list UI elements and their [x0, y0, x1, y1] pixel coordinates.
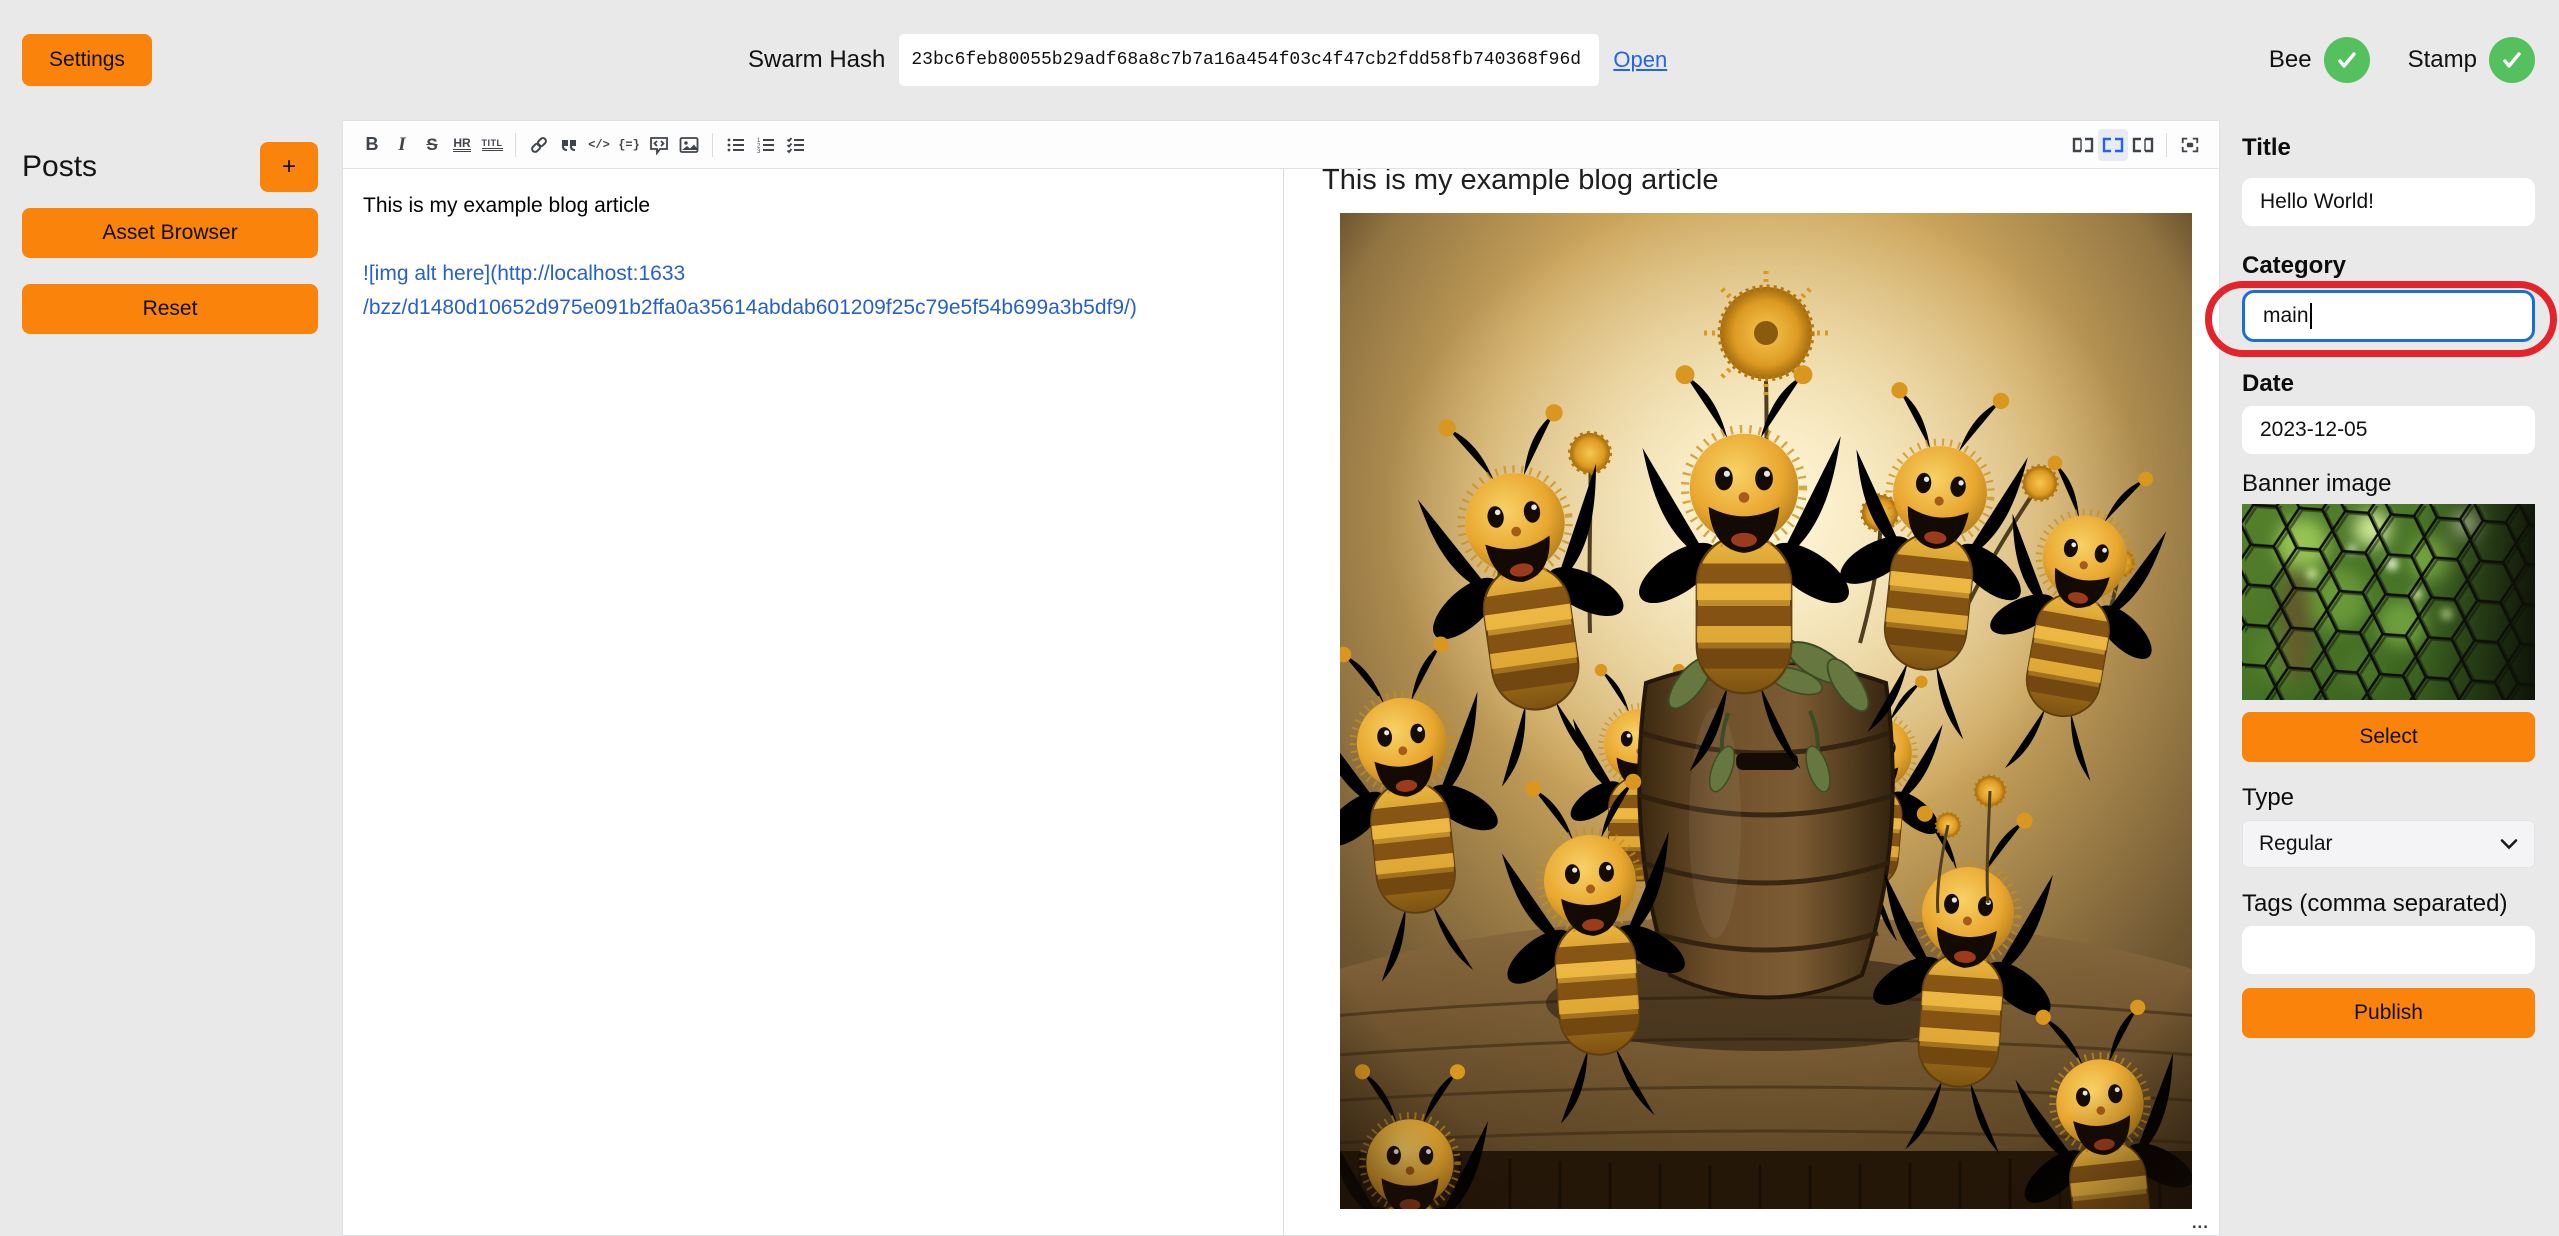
- banner-image-thumbnail: [2242, 504, 2535, 700]
- text-caret: [2310, 303, 2312, 329]
- code-block-icon[interactable]: {=}: [614, 129, 644, 161]
- chevron-down-icon: [2500, 838, 2518, 850]
- type-select[interactable]: Regular: [2242, 820, 2535, 868]
- title-label: Title: [2242, 134, 2535, 162]
- date-label: Date: [2242, 370, 2535, 398]
- svg-text:3: 3: [757, 149, 761, 155]
- link-icon[interactable]: [524, 129, 554, 161]
- comment-code-icon[interactable]: [644, 129, 674, 161]
- category-label: Category: [2242, 252, 2535, 280]
- title-input[interactable]: Hello World!: [2242, 178, 2535, 226]
- type-label: Type: [2242, 784, 2535, 812]
- select-banner-button[interactable]: Select: [2242, 712, 2535, 762]
- title-icon[interactable]: TITL: [477, 129, 507, 161]
- bee-check-icon: [2324, 37, 2370, 83]
- unordered-list-icon[interactable]: [721, 129, 751, 161]
- code-icon[interactable]: </>: [584, 129, 614, 161]
- stamp-check-icon: [2489, 37, 2535, 83]
- editor-line-image-markdown-2: /bzz/d1480d10652d975e091b2ffa0a35614abda…: [363, 291, 1262, 325]
- toolbar-separator: [712, 133, 713, 157]
- bold-icon[interactable]: B: [357, 129, 387, 161]
- image-icon[interactable]: [674, 129, 704, 161]
- settings-button[interactable]: Settings: [22, 34, 152, 86]
- new-post-button[interactable]: +: [260, 142, 318, 192]
- tags-label: Tags (comma separated): [2242, 890, 2535, 918]
- italic-icon[interactable]: I: [387, 129, 417, 161]
- open-link[interactable]: Open: [1613, 47, 1667, 73]
- type-select-value: Regular: [2259, 832, 2333, 856]
- top-bar: Settings Swarm Hash 23bc6feb80055b29adf6…: [0, 0, 2559, 120]
- editor-line-image-markdown-1: ![img alt here](http://localhost:1633: [363, 257, 1262, 291]
- swarm-hash-label: Swarm Hash: [748, 46, 885, 74]
- stamp-status-label: Stamp: [2408, 46, 2477, 74]
- tags-input[interactable]: [2242, 926, 2535, 974]
- preview-article-text: This is my example blog article: [1322, 169, 2219, 197]
- markdown-preview-pane: This is my example blog article: [1283, 169, 2219, 1235]
- editor-toolbar: B I S HR TITL </> {=}: [343, 121, 2219, 169]
- task-list-icon[interactable]: [781, 129, 811, 161]
- category-input[interactable]: main: [2242, 290, 2535, 342]
- markdown-source-pane[interactable]: This is my example blog article ![img al…: [343, 169, 1282, 1235]
- asset-browser-button[interactable]: Asset Browser: [22, 208, 318, 258]
- quote-icon[interactable]: [554, 129, 584, 161]
- status-group: Bee Stamp: [2269, 0, 2535, 120]
- reset-button[interactable]: Reset: [22, 284, 318, 334]
- view-split-icon[interactable]: [2098, 129, 2128, 161]
- horizontal-rule-icon[interactable]: HR: [447, 129, 477, 161]
- date-input[interactable]: 2023-12-05: [2242, 406, 2535, 454]
- swarm-hash-input[interactable]: 23bc6feb80055b29adf68a8c7b7a16a454f03c4f…: [899, 34, 1599, 86]
- editor-line-blank: [363, 223, 1262, 257]
- view-preview-only-icon[interactable]: [2128, 129, 2158, 161]
- fullscreen-icon[interactable]: [2175, 129, 2205, 161]
- posts-heading: Posts: [22, 150, 97, 184]
- strikethrough-icon[interactable]: S: [417, 129, 447, 161]
- swarm-hash-group: Swarm Hash 23bc6feb80055b29adf68a8c7b7a1…: [748, 0, 1667, 120]
- left-sidebar: Posts + Asset Browser Reset: [0, 120, 342, 1236]
- toolbar-separator: [515, 133, 516, 157]
- publish-button[interactable]: Publish: [2242, 988, 2535, 1038]
- bee-status-label: Bee: [2269, 46, 2312, 74]
- view-editor-only-icon[interactable]: [2068, 129, 2098, 161]
- preview-overflow-indicator: ...: [2192, 1213, 2209, 1233]
- markdown-editor: B I S HR TITL </> {=}: [342, 120, 2220, 1236]
- ordered-list-icon[interactable]: 1 2 3: [751, 129, 781, 161]
- post-properties-panel: Title Hello World! Category main Date 20…: [2221, 120, 2559, 1236]
- banner-image-label: Banner image: [2242, 470, 2535, 498]
- editor-line-text: This is my example blog article: [363, 189, 1262, 223]
- toolbar-separator: [2166, 133, 2167, 157]
- blog-post-bee-image: [1340, 213, 2192, 1209]
